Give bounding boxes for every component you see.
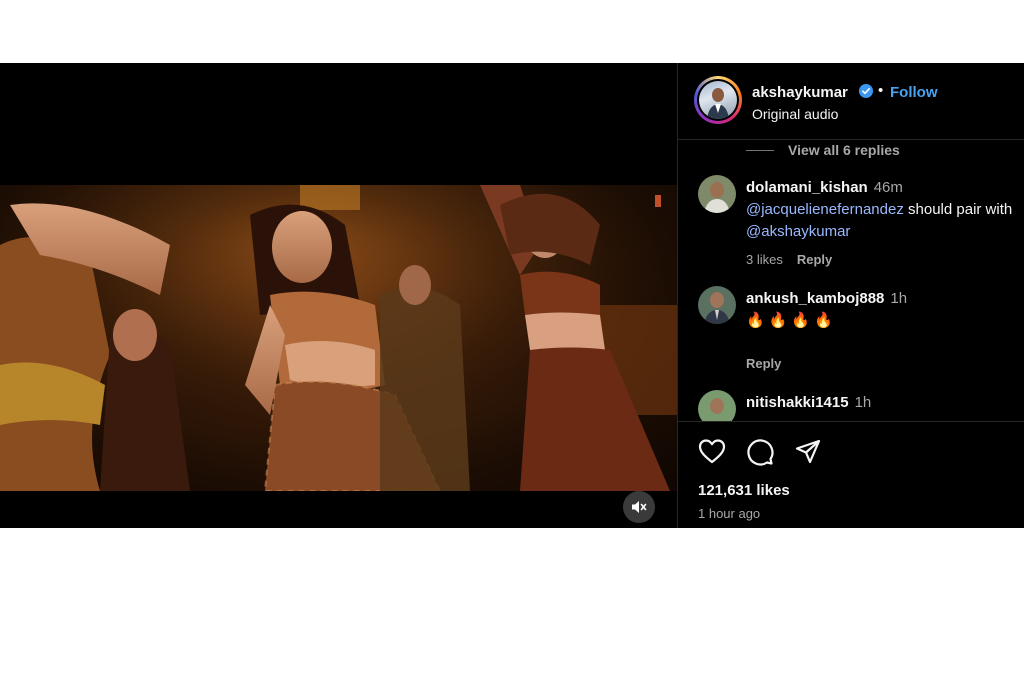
commenter-username[interactable]: nitishakki1415	[746, 394, 849, 411]
video-frame-image	[0, 185, 677, 491]
mute-toggle-button[interactable]	[623, 491, 655, 523]
video-pane	[0, 63, 677, 528]
instagram-post: akshaykumar • Follow Original audio View…	[0, 63, 1024, 528]
comment-body: nitishakki1415 1h	[746, 392, 1018, 414]
commenter-username[interactable]: dolamani_kishan	[746, 179, 868, 196]
comment-emojis: 🔥🔥🔥🔥	[746, 312, 837, 329]
verified-badge-icon	[859, 84, 873, 103]
comment-body: ankush_kamboj888 1h 🔥🔥🔥🔥	[746, 288, 1018, 332]
comment-text: should pair with	[903, 201, 1013, 218]
likes-count[interactable]: 121,631 likes	[698, 482, 790, 499]
share-icon[interactable]	[794, 438, 822, 471]
comment-body: dolamani_kishan 46m @jacquelienefernandez…	[746, 177, 1018, 243]
comment-time: 1h	[854, 394, 872, 411]
original-audio-link[interactable]: Original audio	[752, 106, 838, 122]
post-actions: 121,631 likes 1 hour ago	[678, 421, 1024, 529]
heart-icon[interactable]	[698, 438, 726, 469]
view-replies-button[interactable]: View all 6 replies	[746, 140, 900, 160]
comment-time: 46m	[873, 179, 903, 196]
comments-list[interactable]: View all 6 replies dolamani_kishan 46m @j…	[678, 140, 1024, 421]
comment-meta: Reply	[746, 356, 781, 371]
comment-icon[interactable]	[746, 438, 774, 471]
commenter-avatar[interactable]	[698, 286, 736, 324]
author-avatar[interactable]	[694, 76, 742, 124]
view-replies-label: View all 6 replies	[788, 142, 900, 158]
video-player[interactable]	[0, 185, 677, 491]
author-avatar-image	[707, 88, 729, 119]
reply-button[interactable]: Reply	[797, 252, 832, 267]
replies-divider	[746, 149, 774, 151]
speaker-muted-icon	[632, 501, 647, 513]
comment-meta: 3 likes Reply	[746, 252, 832, 267]
commenter-avatar[interactable]	[698, 175, 736, 213]
mention-link[interactable]: @akshaykumar	[746, 223, 850, 240]
header-separator: •	[878, 82, 884, 99]
commenter-username[interactable]: ankush_kamboj888	[746, 290, 884, 307]
post-timestamp[interactable]: 1 hour ago	[698, 506, 760, 521]
reply-button[interactable]: Reply	[746, 356, 781, 371]
post-header: akshaykumar • Follow Original audio	[678, 63, 1024, 140]
comment-time: 1h	[890, 290, 908, 307]
comment-likes[interactable]: 3 likes	[746, 252, 783, 267]
post-side-panel: akshaykumar • Follow Original audio View…	[677, 63, 1024, 528]
mention-link[interactable]: @jacquelienefernandez	[746, 201, 904, 218]
author-username[interactable]: akshaykumar	[752, 84, 848, 101]
commenter-avatar[interactable]	[698, 390, 736, 421]
follow-button[interactable]: Follow	[890, 84, 938, 101]
